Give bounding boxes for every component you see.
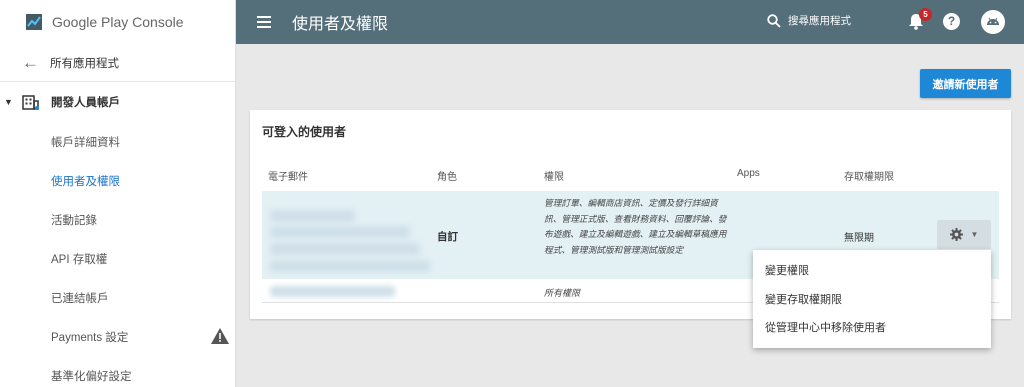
sidebar-item-api-access[interactable]: API 存取權	[0, 239, 235, 278]
building-icon	[22, 95, 39, 110]
search-label: 搜尋應用程式	[788, 15, 851, 27]
sidebar-item-label: 基準化偏好設定	[51, 370, 132, 383]
top-bar: 使用者及權限 搜尋應用程式 5 ?	[236, 0, 1024, 44]
gear-icon	[949, 228, 963, 241]
menu-item-change-access-expiry[interactable]: 變更存取權期限	[753, 285, 991, 314]
sidebar: Google Play Console ← 所有應用程式 ▼ 開發人員帳戶 帳戶…	[0, 0, 236, 387]
back-arrow-icon: ←	[22, 52, 39, 72]
access-expiry-value: 無限期	[844, 233, 874, 244]
expand-caret-icon: ▼	[4, 97, 13, 107]
role-value: 自訂	[437, 231, 458, 243]
redacted-email	[270, 243, 420, 255]
sidebar-item-activity-log[interactable]: 活動記錄	[0, 200, 235, 239]
sidebar-item-label: Payments 設定	[51, 331, 129, 344]
invite-new-user-button[interactable]: 邀請新使用者	[920, 69, 1011, 98]
page-title: 使用者及權限	[292, 16, 389, 33]
sidebar-item-label: 帳戶詳細資料	[51, 136, 120, 149]
play-console-logo-icon	[26, 14, 42, 30]
dev-account-label: 開發人員帳戶	[51, 97, 120, 109]
sidebar-item-label: 使用者及權限	[51, 175, 120, 188]
sidebar-item-account-details[interactable]: 帳戶詳細資料	[0, 122, 235, 161]
row-settings-button[interactable]: ▼	[937, 220, 991, 249]
logo[interactable]: Google Play Console	[0, 0, 235, 44]
redacted-email	[270, 286, 395, 297]
column-header-apps: Apps	[737, 168, 760, 179]
hamburger-menu-icon[interactable]	[257, 16, 271, 28]
column-header-permissions: 權限	[544, 172, 564, 183]
warning-icon	[211, 328, 229, 344]
notification-count-badge: 5	[919, 8, 932, 21]
dev-account-section[interactable]: ▼ 開發人員帳戶	[0, 82, 235, 122]
sidebar-item-users-permissions[interactable]: 使用者及權限	[0, 161, 235, 200]
app-search[interactable]: 搜尋應用程式	[767, 13, 851, 28]
row-actions-menu: 變更權限 變更存取權期限 從管理中心中移除使用者	[753, 250, 991, 348]
search-icon	[767, 13, 781, 28]
permissions-value: 所有權限	[544, 288, 581, 298]
column-header-email: 電子郵件	[268, 172, 308, 183]
redacted-email	[270, 260, 430, 272]
redacted-email	[270, 226, 410, 238]
back-to-all-apps[interactable]: ← 所有應用程式	[0, 44, 235, 82]
sidebar-item-payments-settings[interactable]: Payments 設定	[0, 317, 235, 356]
help-icon[interactable]: ?	[943, 13, 960, 30]
menu-item-remove-user[interactable]: 從管理中心中移除使用者	[753, 313, 991, 342]
dropdown-caret-icon: ▼	[970, 230, 979, 239]
android-avatar-icon	[987, 17, 999, 25]
column-header-role: 角色	[437, 172, 457, 183]
redacted-email	[270, 210, 355, 222]
back-label: 所有應用程式	[50, 57, 119, 70]
sidebar-item-label: API 存取權	[51, 253, 108, 266]
sidebar-item-label: 已連結帳戶	[51, 292, 109, 305]
logo-text: Google Play Console	[52, 14, 184, 30]
menu-item-change-permissions[interactable]: 變更權限	[753, 256, 991, 285]
sidebar-item-linked-accounts[interactable]: 已連結帳戶	[0, 278, 235, 317]
column-header-access-expiry: 存取權期限	[844, 172, 894, 183]
sidebar-item-benchmark-preferences[interactable]: 基準化偏好設定	[0, 356, 235, 387]
permissions-value: 管理訂單、編輯商店資訊、定價及發行詳細資訊、管理正式版、查看財務資料、回覆評論、…	[544, 198, 727, 255]
avatar[interactable]	[981, 10, 1005, 34]
card-title: 可登入的使用者	[262, 125, 347, 139]
sidebar-item-label: 活動記錄	[51, 214, 97, 227]
